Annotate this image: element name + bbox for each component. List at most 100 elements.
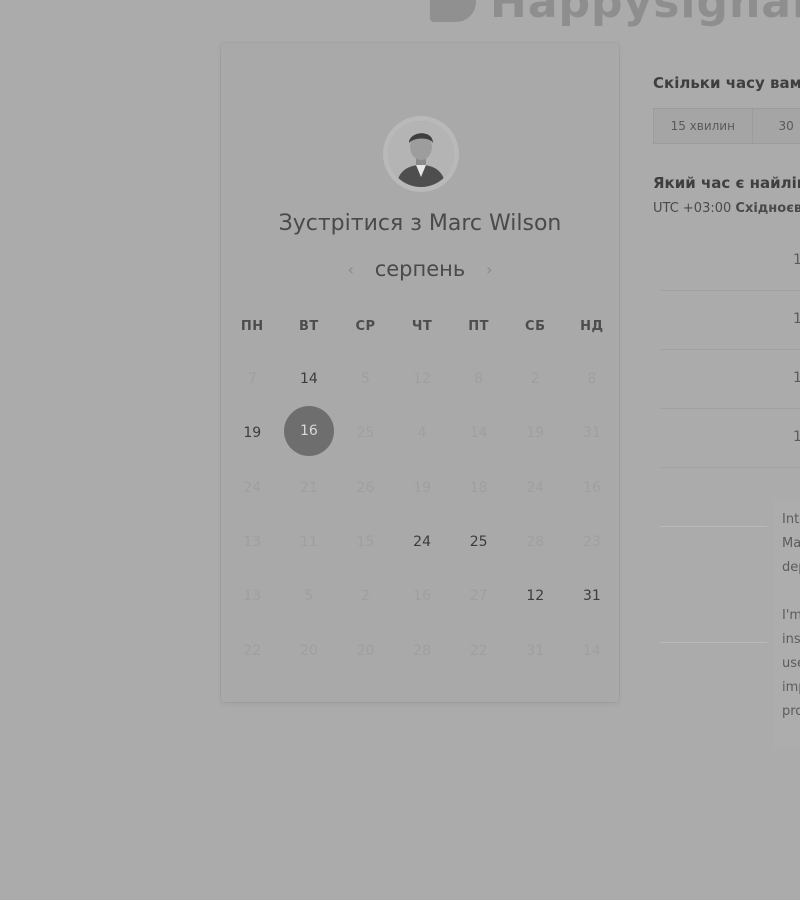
- day-number: 16: [582, 479, 601, 496]
- divider: [659, 526, 767, 527]
- day-number: 22: [469, 642, 488, 659]
- chevron-right-icon[interactable]: ›: [469, 260, 509, 279]
- day-number: 11: [299, 534, 318, 551]
- day-cell: 5: [337, 352, 394, 406]
- avatar-photo: [388, 121, 454, 187]
- day-number: 24: [243, 479, 262, 496]
- day-number: 20: [299, 642, 318, 659]
- weekday-label: ПН: [240, 319, 264, 334]
- month-navigator: ‹ серпень ›: [221, 257, 619, 281]
- day-cell: 18: [450, 461, 507, 515]
- day-number: 19: [413, 479, 431, 496]
- timezone-name: Східноєв: [735, 201, 800, 216]
- day-cell: 28: [394, 623, 451, 677]
- day-cell: 23: [564, 515, 621, 569]
- time-slot-label: 1: [793, 429, 800, 445]
- day-cell: 12: [394, 352, 451, 406]
- day-cell: 31: [564, 406, 621, 460]
- time-slot-label: 1: [793, 311, 800, 327]
- day-cell: 14: [564, 623, 621, 677]
- time-slot[interactable]: 1: [661, 409, 800, 468]
- month-label: серпень: [374, 257, 466, 281]
- day-number: 8: [587, 371, 597, 388]
- duration-option-30[interactable]: 30: [753, 109, 800, 143]
- day-number: 14: [299, 371, 318, 388]
- day-number: 14: [582, 642, 601, 659]
- day-number: 31: [582, 588, 601, 605]
- duration-option-15[interactable]: 15 хвилин: [654, 109, 753, 143]
- day-cell: 22: [450, 623, 507, 677]
- day-cell-selected[interactable]: 16: [281, 406, 338, 460]
- day-number: 24: [413, 534, 431, 551]
- weekday-header: ПН ВТ СР ЧТ ПТ СБ НД: [224, 319, 622, 334]
- day-number: 18: [469, 479, 488, 496]
- day-number: 13: [243, 534, 262, 551]
- weekday-label: СБ: [525, 319, 546, 334]
- day-number: 22: [243, 642, 262, 659]
- description-text: Inte Ma dep I'm ins use imp pro: [782, 508, 800, 748]
- day-cell: 24: [507, 461, 564, 515]
- day-cell: 13: [224, 569, 281, 623]
- time-slot[interactable]: 1: [661, 350, 800, 409]
- day-cell: 28: [507, 515, 564, 569]
- time-slot[interactable]: 1: [661, 291, 800, 350]
- day-cell: 16: [394, 569, 451, 623]
- day-cell[interactable]: 24: [394, 515, 451, 569]
- day-cell[interactable]: 14: [281, 352, 338, 406]
- weekday-label: СР: [355, 319, 376, 334]
- time-slot-label: 1: [793, 252, 800, 268]
- day-number: 16: [413, 588, 431, 605]
- day-number: 12: [413, 371, 431, 388]
- meeting-title: Зустрітися з Marc Wilson: [278, 211, 562, 236]
- day-number: 21: [299, 479, 318, 496]
- day-cell[interactable]: 25: [450, 515, 507, 569]
- day-cell: 31: [507, 623, 564, 677]
- day-cell: 13: [224, 515, 281, 569]
- day-cell: 20: [337, 623, 394, 677]
- weekday-label: НД: [580, 319, 604, 334]
- day-cell[interactable]: 19: [224, 406, 281, 460]
- weekday-label: ПТ: [468, 319, 490, 334]
- day-cell: 19: [394, 461, 451, 515]
- day-number: 20: [356, 642, 375, 659]
- day-number: 7: [247, 371, 257, 388]
- day-number: 4: [417, 425, 427, 442]
- day-cell: 22: [224, 623, 281, 677]
- day-number: 28: [413, 642, 431, 659]
- day-number: 31: [526, 642, 545, 659]
- description-paragraph-2: I'm ins use imp pro: [782, 608, 800, 719]
- day-cell: 7: [224, 352, 281, 406]
- day-cell[interactable]: 12: [507, 569, 564, 623]
- day-number: 5: [304, 588, 314, 605]
- day-number: 28: [526, 534, 545, 551]
- day-number: 13: [243, 588, 262, 605]
- day-number: 15: [356, 534, 375, 551]
- day-cell: 26: [337, 461, 394, 515]
- divider: [659, 642, 767, 643]
- day-number: 12: [526, 588, 545, 605]
- day-cell[interactable]: 31: [564, 569, 621, 623]
- calendar-card: Зустрітися з Marc Wilson ‹ серпень › ПН В…: [221, 43, 619, 702]
- day-cell: 21: [281, 461, 338, 515]
- day-number: 23: [582, 534, 601, 551]
- time-slot-label: 1: [793, 370, 800, 386]
- chevron-left-icon[interactable]: ‹: [331, 260, 371, 279]
- day-cell: 25: [337, 406, 394, 460]
- right-panel: Скільки часу вам п 15 хвилин 30 Який час…: [653, 0, 800, 900]
- day-cell: 19: [507, 406, 564, 460]
- day-cell: 8: [564, 352, 621, 406]
- day-number: 25: [356, 425, 375, 442]
- day-grid: 7 14 5 12 8 2 8 19 16 25 4 14 19 31 24 21 26 19 18 24 16 13 11…: [224, 352, 622, 678]
- day-cell: 24: [224, 461, 281, 515]
- day-number: 16: [283, 406, 334, 457]
- day-number: 5: [361, 371, 370, 388]
- description-paragraph-1: Inte Ma dep: [782, 512, 800, 575]
- day-cell: 2: [337, 569, 394, 623]
- day-cell: 14: [450, 406, 507, 460]
- time-slot[interactable]: 1: [661, 232, 800, 291]
- day-cell: 15: [337, 515, 394, 569]
- day-number: 14: [469, 425, 488, 442]
- timezone-label: UTC +03:00 Східноєв: [653, 201, 800, 216]
- day-number: 24: [526, 479, 545, 496]
- day-number: 19: [243, 425, 262, 442]
